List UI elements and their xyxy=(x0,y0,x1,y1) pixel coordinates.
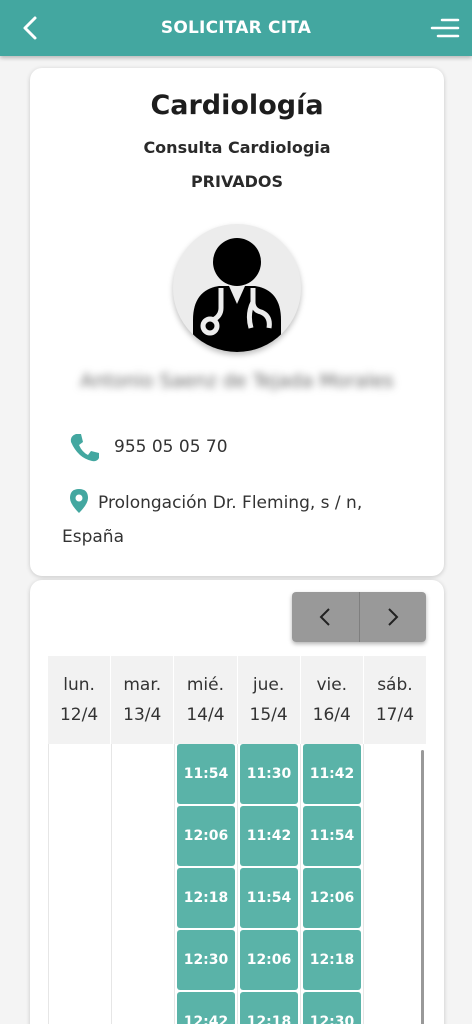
time-slot[interactable]: 12:42 xyxy=(177,992,235,1024)
address-line1: Prolongación Dr. Fleming, s / n, xyxy=(98,493,363,513)
back-button[interactable] xyxy=(14,12,46,44)
next-week-button[interactable] xyxy=(359,592,426,642)
days-header: lun. 12/4 mar. 13/4 mié. 14/4 jue. 15/4 vie.… xyxy=(48,656,426,744)
page-title: SOLICITAR CITA xyxy=(160,18,312,38)
day-column: 11:54 12:06 12:18 12:30 12:42 xyxy=(174,744,237,1024)
consultation-name: Consulta Cardiologia xyxy=(143,138,331,157)
specialty-title: Cardiología xyxy=(150,90,324,121)
day-column: 11:30 11:42 11:54 12:06 12:18 xyxy=(237,744,300,1024)
time-slot[interactable]: 11:54 xyxy=(240,868,298,928)
day-header: jue. 15/4 xyxy=(236,656,300,744)
time-slot[interactable]: 12:06 xyxy=(177,806,235,866)
scrollbar-thumb[interactable] xyxy=(420,750,424,1024)
time-slot[interactable]: 11:42 xyxy=(303,744,361,804)
chevron-left-icon xyxy=(319,608,330,626)
day-header: mié. 14/4 xyxy=(173,656,236,744)
time-slot[interactable]: 12:18 xyxy=(177,868,235,928)
day-column xyxy=(363,744,426,1024)
doctor-icon xyxy=(193,238,281,352)
time-slot[interactable]: 11:54 xyxy=(303,806,361,866)
day-header: mar. 13/4 xyxy=(110,656,173,744)
day-column: 11:42 11:54 12:06 12:18 12:30 xyxy=(300,744,363,1024)
address: Prolongación Dr. Fleming, s / n, España xyxy=(62,486,422,554)
day-date: 12/4 xyxy=(59,705,99,725)
day-name: jue. xyxy=(252,675,285,695)
day-header: vie. 16/4 xyxy=(299,656,363,744)
doctor-info-card: Cardiología Consulta Cardiologia PRIVADO… xyxy=(30,68,444,576)
day-column xyxy=(48,744,111,1024)
chevron-right-icon xyxy=(388,608,399,626)
phone-number: 955 05 05 70 xyxy=(114,437,228,457)
appointment-calendar-card: lun. 12/4 mar. 13/4 mié. 14/4 jue. 15/4 vie.… xyxy=(30,580,444,1024)
time-slot[interactable]: 12:30 xyxy=(177,930,235,990)
location-pin-icon xyxy=(70,489,88,513)
consultation-type: PRIVADOS xyxy=(190,172,284,191)
week-navigation xyxy=(292,592,426,642)
doctor-name: Antonio Saenz de Tejada Morales xyxy=(80,370,394,392)
time-slot[interactable]: 12:06 xyxy=(240,930,298,990)
time-slot[interactable]: 12:30 xyxy=(303,992,361,1024)
scrollbar[interactable] xyxy=(418,744,426,1024)
time-slot[interactable]: 12:18 xyxy=(240,992,298,1024)
time-slot[interactable]: 12:18 xyxy=(303,930,361,990)
day-date: 13/4 xyxy=(123,705,162,725)
time-slot-grid: 11:54 12:06 12:18 12:30 12:42 11:30 11:4… xyxy=(48,744,426,1024)
day-date: 17/4 xyxy=(375,705,415,725)
day-header: sáb. 17/4 xyxy=(362,656,426,744)
day-column xyxy=(111,744,174,1024)
day-name: sáb. xyxy=(377,675,413,695)
previous-week-button[interactable] xyxy=(292,592,360,642)
time-slot[interactable]: 11:54 xyxy=(177,744,235,804)
menu-button[interactable] xyxy=(430,14,460,42)
phone-row[interactable]: 955 05 05 70 xyxy=(68,432,228,462)
phone-icon xyxy=(70,434,99,462)
day-name: vie. xyxy=(316,675,348,695)
address-line2: España xyxy=(62,527,124,547)
time-slot[interactable]: 11:42 xyxy=(240,806,298,866)
menu-icon xyxy=(430,18,460,38)
time-slot[interactable]: 11:30 xyxy=(240,744,298,804)
day-header: lun. 12/4 xyxy=(48,656,110,744)
top-app-bar: SOLICITAR CITA xyxy=(0,0,472,56)
day-date: 16/4 xyxy=(312,705,351,725)
chevron-left-icon xyxy=(23,16,37,40)
avatar xyxy=(173,224,301,352)
day-date: 15/4 xyxy=(249,705,288,725)
day-date: 14/4 xyxy=(186,705,225,725)
day-name: mar. xyxy=(123,675,162,695)
time-slot[interactable]: 12:06 xyxy=(303,868,361,928)
day-name: mié. xyxy=(186,675,224,695)
day-name: lun. xyxy=(63,675,95,695)
